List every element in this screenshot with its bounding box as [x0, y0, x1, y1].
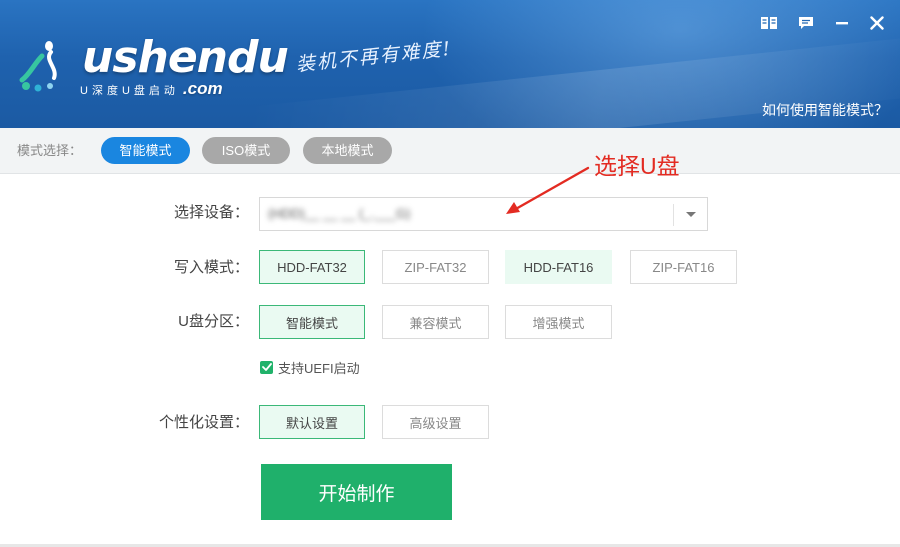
logo-subtitle-com: .com — [182, 79, 223, 98]
uefi-checkbox[interactable] — [260, 360, 273, 374]
app-window: ushendu U深度U盘启动 .com 装机不再有难度! 如何使用智能模式？ … — [0, 0, 900, 547]
header-banner: ushendu U深度U盘启动 .com 装机不再有难度! 如何使用智能模式？ — [0, 0, 900, 128]
close-button[interactable] — [866, 12, 888, 34]
message-icon — [799, 17, 813, 29]
device-label: 选择设备： — [173, 204, 249, 221]
tab-smart-mode[interactable]: 智能模式 — [101, 137, 190, 164]
minimize-button[interactable] — [831, 12, 853, 34]
annotation-text: 选择U盘 — [594, 153, 680, 179]
write-mode-hdd-fat32[interactable]: HDD-FAT32 — [259, 250, 365, 284]
tab-iso-mode[interactable]: ISO模式 — [202, 137, 290, 164]
write-mode-label: 写入模式： — [173, 259, 249, 276]
write-mode-zip-fat16[interactable]: ZIP-FAT16 — [630, 250, 737, 284]
mode-select-label: 模式选择： — [17, 143, 83, 158]
partition-enhanced-mode[interactable]: 增强模式 — [505, 305, 612, 339]
close-icon — [870, 16, 884, 30]
guide-button[interactable] — [758, 12, 780, 34]
logo-text: ushendu — [82, 32, 289, 83]
minimize-icon — [836, 22, 848, 25]
logo-mark-icon — [19, 41, 57, 92]
device-select-divider — [673, 204, 674, 226]
personalization-label: 个性化设置： — [158, 414, 249, 431]
write-mode-zip-fat32[interactable]: ZIP-FAT32 — [382, 250, 489, 284]
smart-mode-help-link[interactable]: 如何使用智能模式？ — [762, 100, 888, 120]
chevron-down-icon[interactable] — [681, 207, 701, 223]
device-select-value: (HDD)__ __ __ (_.___G) — [268, 206, 411, 221]
feedback-button[interactable] — [795, 12, 817, 34]
device-select[interactable]: (HDD)__ __ __ (_.___G) — [259, 197, 708, 231]
checkmark-icon — [261, 363, 272, 371]
logo-subtitle-cn: U深度U盘启动 — [80, 85, 179, 97]
book-icon — [761, 17, 777, 29]
partition-label: U盘分区： — [178, 313, 249, 330]
partition-compatible-mode[interactable]: 兼容模式 — [382, 305, 489, 339]
write-mode-hdd-fat16[interactable]: HDD-FAT16 — [505, 250, 612, 284]
annotation-arrow-icon — [506, 166, 590, 214]
partition-smart-mode[interactable]: 智能模式 — [259, 305, 365, 339]
advanced-settings-button[interactable]: 高级设置 — [382, 405, 489, 439]
start-create-button[interactable]: 开始制作 — [261, 464, 452, 520]
logo-subtitle: U深度U盘启动 .com — [80, 80, 223, 98]
uefi-label: 支持UEFI启动 — [278, 360, 360, 376]
default-settings-button[interactable]: 默认设置 — [259, 405, 365, 439]
uefi-checkbox-row[interactable]: 支持UEFI启动 — [260, 359, 360, 376]
mode-bar: 模式选择： 智能模式 ISO模式 本地模式 — [0, 128, 900, 174]
tab-local-mode[interactable]: 本地模式 — [303, 137, 392, 164]
